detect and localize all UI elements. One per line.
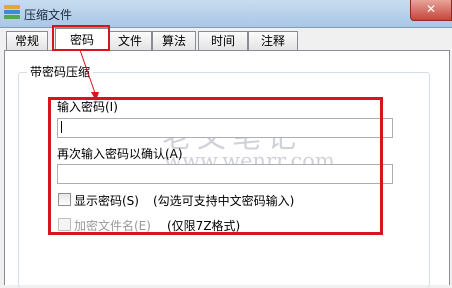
tab-general[interactable]: 常规 <box>6 31 48 50</box>
tab-time[interactable]: 时间 <box>198 31 248 50</box>
title-bar: 压缩文件 ✕ <box>0 0 452 28</box>
tab-algorithm[interactable]: 算法 <box>152 31 196 50</box>
close-button[interactable]: ✕ <box>410 0 452 21</box>
tab-files[interactable]: 文件 <box>108 31 152 50</box>
tab-comment[interactable]: 注释 <box>248 31 298 50</box>
close-icon: ✕ <box>425 2 437 16</box>
highlight-frame <box>48 97 383 235</box>
window-title: 压缩文件 <box>24 8 73 22</box>
archive-app-icon <box>4 5 20 21</box>
groupbox-title: 带密码压缩 <box>27 63 94 80</box>
tab-highlight-frame <box>52 25 110 51</box>
